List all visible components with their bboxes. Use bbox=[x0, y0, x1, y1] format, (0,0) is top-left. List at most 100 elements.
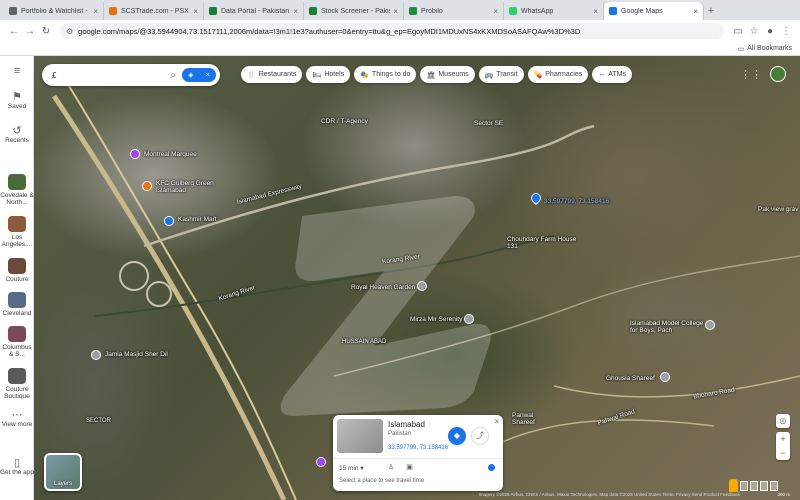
search-input[interactable] bbox=[52, 70, 171, 80]
place-label[interactable]: Jamia Masjid Sher Dil bbox=[105, 351, 168, 358]
mosque-pin-icon[interactable] bbox=[91, 350, 101, 360]
new-tab-icon[interactable]: + bbox=[704, 2, 718, 20]
cast-icon[interactable]: ▭ bbox=[730, 26, 746, 37]
place-title[interactable]: Islamabad bbox=[388, 420, 425, 429]
saved-button[interactable]: ⚑ Saved bbox=[0, 92, 34, 111]
directions-button[interactable]: ◈ × bbox=[182, 68, 216, 82]
directions-icon[interactable]: ◆ bbox=[448, 427, 466, 445]
place-pin-icon[interactable] bbox=[316, 457, 326, 467]
star-icon[interactable]: ☆ bbox=[746, 26, 762, 37]
clear-search-icon[interactable]: × bbox=[206, 72, 210, 79]
reload-icon[interactable]: ↻ bbox=[38, 26, 54, 37]
recent-place[interactable]: Couture bbox=[0, 258, 34, 283]
site-info-icon[interactable]: ⚙ bbox=[66, 27, 73, 36]
forward-icon[interactable]: → bbox=[22, 26, 38, 37]
selected-mode-indicator[interactable] bbox=[488, 464, 495, 471]
place-label[interactable]: CDR / T-Agency bbox=[321, 118, 368, 125]
recents-button[interactable]: ↺ Recents bbox=[0, 126, 34, 145]
tab-favicon-icon bbox=[9, 7, 17, 15]
back-icon[interactable]: ← bbox=[6, 26, 22, 37]
bookmarks-bar: ▭ All Bookmarks bbox=[0, 42, 800, 56]
place-label[interactable]: Ghousia Shareef bbox=[606, 375, 655, 382]
browser-menu-icon[interactable]: ⋮ bbox=[778, 26, 794, 37]
url-bar[interactable]: ⚙ google.com/maps/@33.5944904,73.1517111… bbox=[60, 23, 724, 39]
all-bookmarks-link[interactable]: All Bookmarks bbox=[747, 45, 792, 52]
tab-close-icon[interactable]: × bbox=[593, 7, 598, 16]
restaurant-icon: 🍴 bbox=[247, 71, 256, 79]
browser-tab[interactable]: Data Portal - Pakistan St...× bbox=[204, 2, 304, 20]
browser-tab[interactable]: Stock Screener - Pakista × bbox=[304, 2, 404, 20]
restaurant-pin-icon[interactable] bbox=[142, 181, 152, 191]
profile-icon[interactable]: ● bbox=[762, 26, 778, 37]
map-scale[interactable]: 200 m bbox=[777, 492, 790, 497]
place-label[interactable]: Mirza Mir Serenity bbox=[410, 316, 462, 323]
chip-hotels[interactable]: 🛏 Hotels bbox=[306, 66, 351, 83]
pharmacy-icon: 💊 bbox=[533, 71, 543, 79]
recent-place[interactable]: Covedale & North... bbox=[0, 174, 34, 206]
place-pin-icon[interactable] bbox=[130, 149, 140, 159]
view-more-button[interactable]: ⋯ View more bbox=[0, 410, 34, 429]
place-pin-icon[interactable] bbox=[660, 372, 670, 382]
place-pin-icon[interactable] bbox=[417, 281, 427, 291]
browser-tab[interactable]: Probilo × bbox=[404, 2, 504, 20]
apps-grid-icon[interactable]: ⋮⋮ bbox=[740, 68, 762, 81]
menu-button[interactable]: ≡ bbox=[0, 66, 34, 77]
driving-icon[interactable]: ▣ bbox=[406, 463, 413, 471]
share-icon[interactable]: ⤴ bbox=[471, 427, 489, 445]
chip-museums[interactable]: 🏛 Museums bbox=[420, 66, 475, 83]
interchange-road bbox=[146, 281, 172, 307]
walking-icon[interactable]: ♙ bbox=[388, 463, 394, 471]
place-label[interactable]: Sector SE bbox=[474, 120, 503, 127]
tab-close-icon[interactable]: × bbox=[93, 7, 98, 16]
place-label[interactable]: Chouhdary Farm House 131 bbox=[507, 236, 577, 250]
chip-things-to-do[interactable]: 🎭 Things to do bbox=[354, 66, 417, 83]
search-icon[interactable]: ⌕ bbox=[170, 70, 176, 81]
travel-time-select[interactable]: 15 min ▾ bbox=[339, 464, 364, 472]
place-thumbnail[interactable] bbox=[337, 419, 383, 453]
place-coordinates[interactable]: 33.597799, 73.158416 bbox=[388, 445, 448, 451]
tab-close-icon[interactable]: × bbox=[393, 7, 398, 16]
place-label[interactable]: Kashmir Mart bbox=[178, 216, 217, 223]
browser-tab-active[interactable]: Google Maps × bbox=[604, 2, 704, 20]
maps-left-rail: ≡ ⚑ Saved ↺ Recents Covedale & North... Lo… bbox=[0, 56, 34, 500]
chip-transit[interactable]: 🚌 Transit bbox=[478, 66, 524, 83]
imagery-thumb[interactable] bbox=[740, 481, 748, 491]
chip-restaurants[interactable]: 🍴 Restaurants bbox=[241, 66, 303, 83]
place-pin-icon[interactable] bbox=[464, 314, 474, 324]
browser-tab[interactable]: WhatsApp × bbox=[504, 2, 604, 20]
shop-pin-icon[interactable] bbox=[164, 216, 174, 226]
zoom-out-icon[interactable]: − bbox=[776, 446, 790, 460]
my-location-icon[interactable]: ◎ bbox=[776, 414, 790, 428]
place-label[interactable]: Royal Heaven Garden bbox=[351, 284, 415, 291]
place-label[interactable]: Islamabad Model College for Boys, Pach bbox=[630, 320, 710, 334]
coordinate-label[interactable]: 33.597799, 73.158416 bbox=[544, 198, 609, 205]
school-pin-icon[interactable] bbox=[705, 320, 715, 330]
street-view-pegman-icon[interactable] bbox=[729, 479, 738, 492]
chip-pharmacies[interactable]: 💊 Pharmacies bbox=[527, 66, 589, 83]
tab-close-icon[interactable]: × bbox=[193, 7, 198, 16]
layers-button[interactable]: Layers bbox=[44, 453, 82, 491]
place-label[interactable]: Montreal Marquee bbox=[144, 151, 197, 158]
place-label[interactable]: Panwal Shareef bbox=[512, 412, 552, 426]
recent-thumb bbox=[8, 292, 26, 308]
recent-place[interactable]: Couture Boutique bbox=[0, 368, 34, 400]
zoom-in-icon[interactable]: + bbox=[776, 432, 790, 446]
avatar[interactable] bbox=[770, 66, 786, 82]
recent-place[interactable]: Columbus & S... bbox=[0, 326, 34, 358]
imagery-thumb[interactable] bbox=[770, 481, 778, 491]
chip-atms[interactable]: ↔ ATMs bbox=[592, 66, 632, 83]
browser-tab[interactable]: Portfolio & Watchlist - In × bbox=[4, 2, 104, 20]
browser-tab[interactable]: SCSTrade.com - PSX Li...× bbox=[104, 2, 204, 20]
place-label[interactable]: Pak view grav bbox=[758, 206, 798, 213]
imagery-thumb[interactable] bbox=[750, 481, 758, 491]
place-subtitle: Pakistan bbox=[388, 431, 412, 437]
imagery-thumb[interactable] bbox=[760, 481, 768, 491]
tab-close-icon[interactable]: × bbox=[293, 7, 298, 16]
recent-place[interactable]: Los Angeles,... bbox=[0, 216, 34, 248]
tab-close-icon[interactable]: × bbox=[693, 7, 698, 16]
get-app-button[interactable]: ▯ Get the app bbox=[0, 458, 34, 477]
close-icon[interactable]: × bbox=[494, 417, 499, 426]
recent-place[interactable]: Cleveland bbox=[0, 292, 34, 317]
place-label[interactable]: KFC Gulberg Green Islamabad bbox=[156, 180, 226, 194]
tab-close-icon[interactable]: × bbox=[493, 7, 498, 16]
